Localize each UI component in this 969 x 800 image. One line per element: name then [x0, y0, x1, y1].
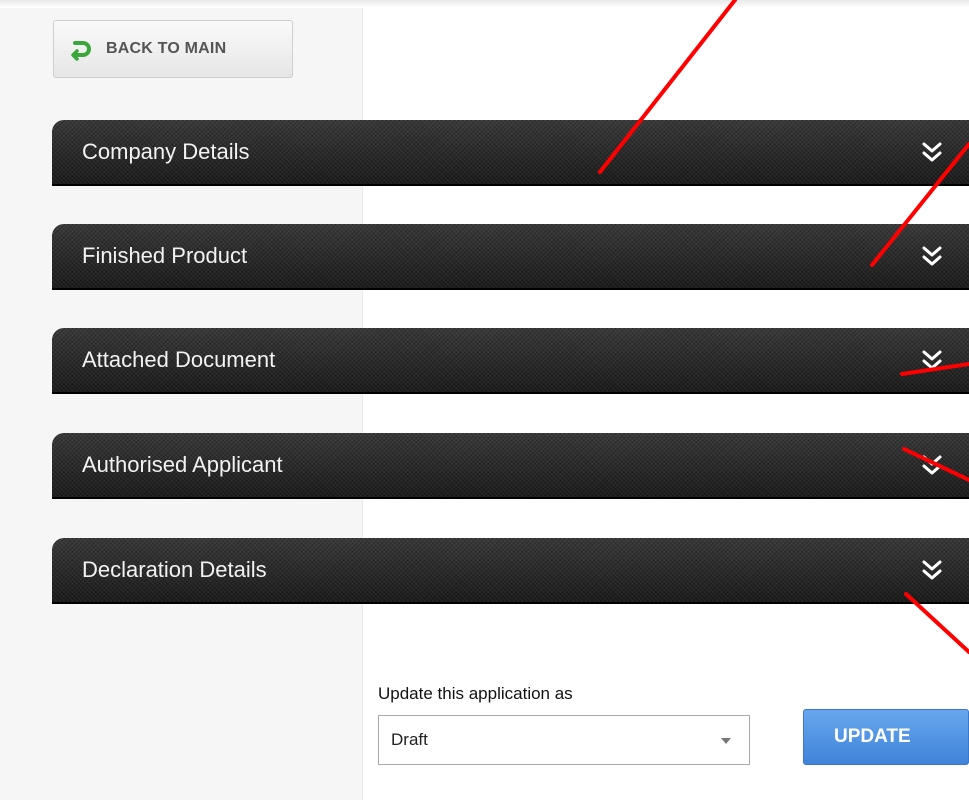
panel-title: Attached Document	[82, 347, 276, 372]
status-label: Update this application as	[378, 684, 573, 703]
update-button[interactable]: UPDATE	[803, 709, 969, 765]
panel-finished-product[interactable]: Finished Product	[52, 224, 969, 288]
back-to-main-label: BACK TO MAIN	[106, 40, 227, 57]
double-chevron-down-icon[interactable]	[920, 453, 944, 479]
dropdown-caret-icon	[721, 738, 731, 744]
back-to-main-button[interactable]: BACK TO MAIN	[53, 20, 293, 78]
back-arrow-icon	[68, 37, 92, 61]
panel-title: Declaration Details	[82, 557, 267, 582]
panel-declaration-details[interactable]: Declaration Details	[52, 538, 969, 602]
panel-title: Finished Product	[82, 243, 248, 268]
double-chevron-down-icon[interactable]	[920, 140, 944, 166]
panel-authorised-applicant[interactable]: Authorised Applicant	[52, 433, 969, 497]
panel-attached-document[interactable]: Attached Document	[52, 328, 969, 392]
page: BACK TO MAIN Company Details Finished Pr…	[0, 0, 969, 800]
double-chevron-down-icon[interactable]	[920, 558, 944, 584]
status-select-value: Draft	[391, 730, 428, 749]
panel-company-details[interactable]: Company Details	[52, 120, 969, 184]
panel-title: Authorised Applicant	[82, 452, 283, 477]
panel-title: Company Details	[82, 139, 250, 164]
double-chevron-down-icon[interactable]	[920, 348, 944, 374]
status-select[interactable]: Draft	[378, 715, 750, 765]
annotation-line	[904, 592, 969, 654]
double-chevron-down-icon[interactable]	[920, 244, 944, 270]
top-shadow	[0, 0, 969, 8]
